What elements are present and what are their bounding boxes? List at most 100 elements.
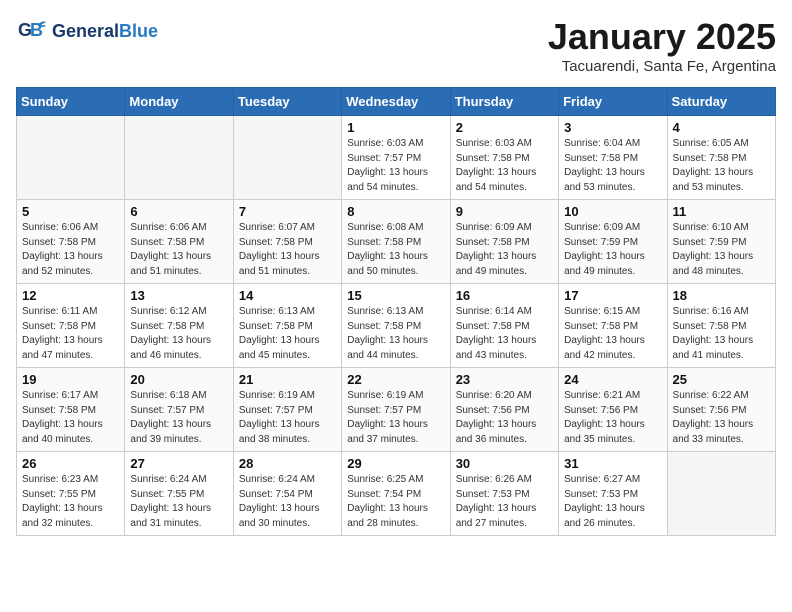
- calendar-week-row: 5 Sunrise: 6:06 AMSunset: 7:58 PMDaylight…: [17, 200, 776, 284]
- calendar-cell: [233, 116, 341, 200]
- day-info: Sunrise: 6:16 AMSunset: 7:58 PMDaylight:…: [673, 305, 770, 363]
- calendar-cell: 10Sunrise: 6:09 AMSunset: 7:59 PMDayligh…: [559, 200, 667, 284]
- weekday-header: Tuesday: [233, 88, 341, 116]
- day-info: Sunrise: 6:15 AMSunset: 7:58 PMDaylight:…: [564, 305, 661, 363]
- calendar-cell: 6 Sunrise: 6:06 AMSunset: 7:58 PMDaylight…: [125, 200, 233, 284]
- day-number: 19: [22, 372, 119, 387]
- day-info: Sunrise: 6:19 AMSunset: 7:57 PMDaylight:…: [347, 389, 444, 447]
- day-number: 7: [239, 204, 336, 219]
- calendar-cell: 20Sunrise: 6:18 AMSunset: 7:57 PMDayligh…: [125, 368, 233, 452]
- day-number: 14: [239, 288, 336, 303]
- logo-general: General: [52, 21, 119, 41]
- calendar-cell: 8 Sunrise: 6:08 AMSunset: 7:58 PMDaylight…: [342, 200, 450, 284]
- day-number: 5: [22, 204, 119, 219]
- calendar-cell: 23 Sunrise: 6:20 AMSunset: 7:56 PMDayligh…: [450, 368, 558, 452]
- calendar-cell: 5 Sunrise: 6:06 AMSunset: 7:58 PMDaylight…: [17, 200, 125, 284]
- day-number: 30: [456, 456, 553, 471]
- day-number: 2: [456, 120, 553, 135]
- calendar-cell: [125, 116, 233, 200]
- header: G B GeneralBlue January 2025 Tacuarendi,…: [16, 16, 776, 75]
- weekday-header: Monday: [125, 88, 233, 116]
- day-info: Sunrise: 6:06 AMSunset: 7:58 PMDaylight:…: [130, 221, 227, 279]
- day-info: Sunrise: 6:09 AMSunset: 7:58 PMDaylight:…: [456, 221, 553, 279]
- title-area: January 2025 Tacuarendi, Santa Fe, Argen…: [548, 16, 776, 75]
- day-number: 29: [347, 456, 444, 471]
- calendar-cell: 11Sunrise: 6:10 AMSunset: 7:59 PMDayligh…: [667, 200, 775, 284]
- calendar-cell: 15 Sunrise: 6:13 AMSunset: 7:58 PMDayligh…: [342, 284, 450, 368]
- calendar-cell: 14Sunrise: 6:13 AMSunset: 7:58 PMDayligh…: [233, 284, 341, 368]
- day-info: Sunrise: 6:13 AMSunset: 7:58 PMDaylight:…: [347, 305, 444, 363]
- calendar-cell: [667, 452, 775, 536]
- day-info: Sunrise: 6:17 AMSunset: 7:58 PMDaylight:…: [22, 389, 119, 447]
- day-info: Sunrise: 6:12 AMSunset: 7:58 PMDaylight:…: [130, 305, 227, 363]
- calendar-cell: 21 Sunrise: 6:19 AMSunset: 7:57 PMDayligh…: [233, 368, 341, 452]
- day-info: Sunrise: 6:27 AMSunset: 7:53 PMDaylight:…: [564, 473, 661, 531]
- day-number: 8: [347, 204, 444, 219]
- day-info: Sunrise: 6:20 AMSunset: 7:56 PMDaylight:…: [456, 389, 553, 447]
- weekday-header: Saturday: [667, 88, 775, 116]
- day-info: Sunrise: 6:03 AMSunset: 7:57 PMDaylight:…: [347, 137, 444, 195]
- day-info: Sunrise: 6:24 AMSunset: 7:55 PMDaylight:…: [130, 473, 227, 531]
- weekday-header: Wednesday: [342, 88, 450, 116]
- day-number: 10: [564, 204, 661, 219]
- weekday-header-row: SundayMondayTuesdayWednesdayThursdayFrid…: [17, 88, 776, 116]
- calendar-cell: 26 Sunrise: 6:23 AMSunset: 7:55 PMDayligh…: [17, 452, 125, 536]
- day-info: Sunrise: 6:07 AMSunset: 7:58 PMDaylight:…: [239, 221, 336, 279]
- calendar-cell: 29Sunrise: 6:25 AMSunset: 7:54 PMDayligh…: [342, 452, 450, 536]
- calendar-cell: 9Sunrise: 6:09 AMSunset: 7:58 PMDaylight…: [450, 200, 558, 284]
- calendar-cell: 3 Sunrise: 6:04 AMSunset: 7:58 PMDaylight…: [559, 116, 667, 200]
- day-number: 6: [130, 204, 227, 219]
- day-info: Sunrise: 6:08 AMSunset: 7:58 PMDaylight:…: [347, 221, 444, 279]
- calendar-table: SundayMondayTuesdayWednesdayThursdayFrid…: [16, 87, 776, 536]
- day-info: Sunrise: 6:04 AMSunset: 7:58 PMDaylight:…: [564, 137, 661, 195]
- day-number: 27: [130, 456, 227, 471]
- calendar-cell: 28 Sunrise: 6:24 AMSunset: 7:54 PMDayligh…: [233, 452, 341, 536]
- calendar-cell: 2 Sunrise: 6:03 AMSunset: 7:58 PMDaylight…: [450, 116, 558, 200]
- day-number: 22: [347, 372, 444, 387]
- day-info: Sunrise: 6:24 AMSunset: 7:54 PMDaylight:…: [239, 473, 336, 531]
- calendar-cell: 31 Sunrise: 6:27 AMSunset: 7:53 PMDayligh…: [559, 452, 667, 536]
- calendar-cell: 27 Sunrise: 6:24 AMSunset: 7:55 PMDayligh…: [125, 452, 233, 536]
- day-number: 21: [239, 372, 336, 387]
- day-number: 17: [564, 288, 661, 303]
- day-info: Sunrise: 6:26 AMSunset: 7:53 PMDaylight:…: [456, 473, 553, 531]
- day-number: 16: [456, 288, 553, 303]
- day-info: Sunrise: 6:19 AMSunset: 7:57 PMDaylight:…: [239, 389, 336, 447]
- day-number: 15: [347, 288, 444, 303]
- day-number: 25: [673, 372, 770, 387]
- day-number: 31: [564, 456, 661, 471]
- day-number: 12: [22, 288, 119, 303]
- day-info: Sunrise: 6:03 AMSunset: 7:58 PMDaylight:…: [456, 137, 553, 195]
- day-number: 20: [130, 372, 227, 387]
- day-info: Sunrise: 6:05 AMSunset: 7:58 PMDaylight:…: [673, 137, 770, 195]
- day-number: 11: [673, 204, 770, 219]
- logo: G B GeneralBlue: [16, 16, 158, 48]
- weekday-header: Sunday: [17, 88, 125, 116]
- calendar-cell: 22 Sunrise: 6:19 AMSunset: 7:57 PMDayligh…: [342, 368, 450, 452]
- day-info: Sunrise: 6:21 AMSunset: 7:56 PMDaylight:…: [564, 389, 661, 447]
- calendar-cell: 1Sunrise: 6:03 AMSunset: 7:57 PMDaylight…: [342, 116, 450, 200]
- day-number: 23: [456, 372, 553, 387]
- calendar-week-row: 1Sunrise: 6:03 AMSunset: 7:57 PMDaylight…: [17, 116, 776, 200]
- day-number: 3: [564, 120, 661, 135]
- calendar-cell: 4 Sunrise: 6:05 AMSunset: 7:58 PMDaylight…: [667, 116, 775, 200]
- month-title: January 2025: [548, 16, 776, 58]
- calendar-cell: 19 Sunrise: 6:17 AMSunset: 7:58 PMDayligh…: [17, 368, 125, 452]
- location-title: Tacuarendi, Santa Fe, Argentina: [548, 58, 776, 75]
- calendar-cell: 12Sunrise: 6:11 AMSunset: 7:58 PMDayligh…: [17, 284, 125, 368]
- day-info: Sunrise: 6:06 AMSunset: 7:58 PMDaylight:…: [22, 221, 119, 279]
- day-number: 28: [239, 456, 336, 471]
- day-number: 26: [22, 456, 119, 471]
- day-info: Sunrise: 6:22 AMSunset: 7:56 PMDaylight:…: [673, 389, 770, 447]
- calendar-cell: 18Sunrise: 6:16 AMSunset: 7:58 PMDayligh…: [667, 284, 775, 368]
- weekday-header: Friday: [559, 88, 667, 116]
- calendar-week-row: 26 Sunrise: 6:23 AMSunset: 7:55 PMDayligh…: [17, 452, 776, 536]
- calendar-cell: [17, 116, 125, 200]
- logo-blue-text: Blue: [119, 21, 158, 41]
- day-number: 4: [673, 120, 770, 135]
- calendar-cell: 17 Sunrise: 6:15 AMSunset: 7:58 PMDayligh…: [559, 284, 667, 368]
- logo-icon: G B: [16, 16, 48, 48]
- day-info: Sunrise: 6:23 AMSunset: 7:55 PMDaylight:…: [22, 473, 119, 531]
- day-number: 24: [564, 372, 661, 387]
- calendar-cell: 30 Sunrise: 6:26 AMSunset: 7:53 PMDayligh…: [450, 452, 558, 536]
